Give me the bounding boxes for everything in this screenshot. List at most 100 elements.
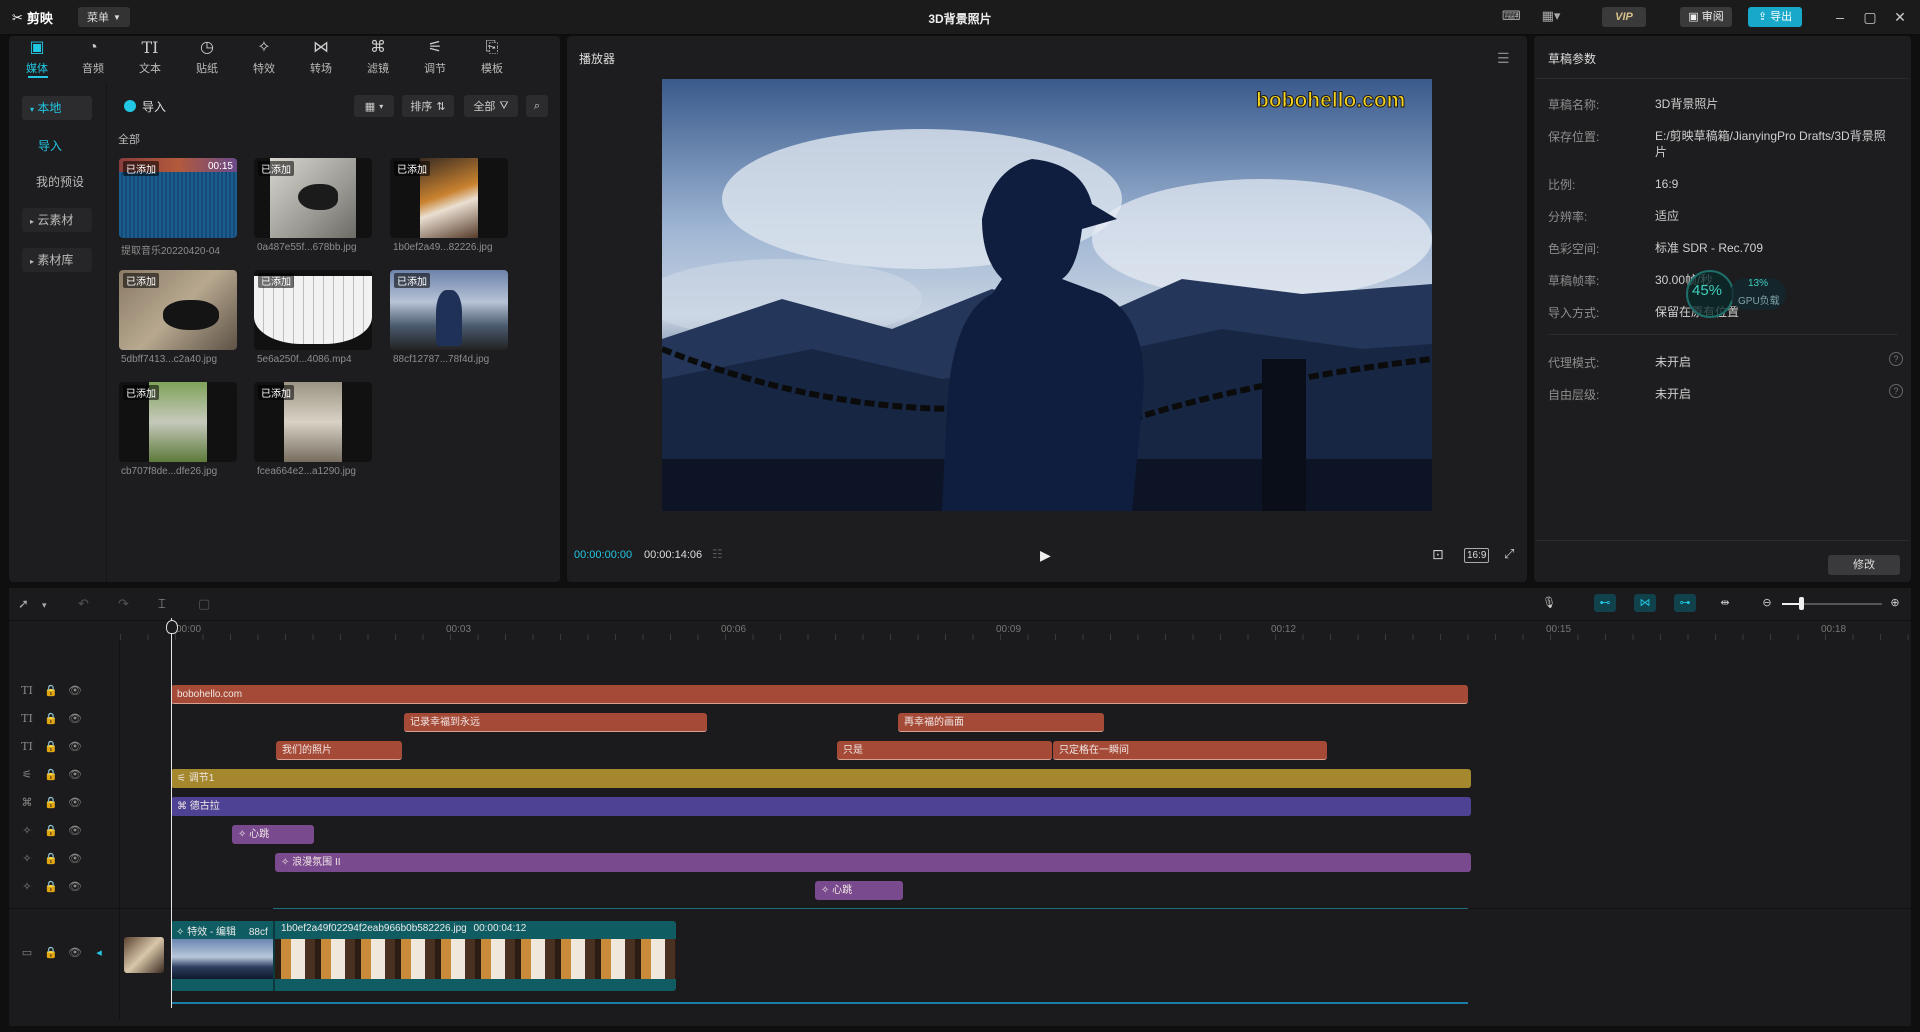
eye-icon[interactable]: 👁: [68, 880, 82, 894]
layout-icon[interactable]: ▦▾: [1536, 9, 1566, 23]
select-cursor-icon[interactable]: ➚: [18, 596, 29, 612]
modify-button[interactable]: 修改: [1828, 555, 1900, 575]
media-thumb-image[interactable]: 已添加: [119, 382, 237, 462]
aspect-ratio-button[interactable]: 16:9: [1464, 548, 1490, 563]
media-thumb-audio[interactable]: 已添加 00:15: [119, 158, 237, 238]
help-icon[interactable]: ?: [1889, 352, 1903, 366]
nav-library[interactable]: ▸ 素材库: [22, 248, 92, 272]
lock-icon[interactable]: 🔒: [44, 712, 58, 726]
eye-icon[interactable]: 👁: [68, 796, 82, 810]
tab-effects[interactable]: ✧ 特效: [236, 38, 292, 80]
media-thumb-video[interactable]: 已添加: [254, 270, 372, 350]
filter-all-button[interactable]: 全部 ⛛: [464, 95, 518, 117]
adjust-clip[interactable]: ⚟ 调节1: [171, 769, 1471, 788]
text-clip-label: 只定格在一瞬间: [1059, 745, 1129, 756]
export-button[interactable]: ⇪ 导出: [1748, 7, 1802, 27]
align-icon[interactable]: ⇹: [1714, 594, 1736, 612]
eye-icon[interactable]: 👁: [68, 740, 82, 754]
effect-clip-label: 心跳: [832, 885, 853, 896]
zoom-slider-handle[interactable]: [1799, 597, 1804, 610]
review-button[interactable]: ▣ 审阅: [1680, 7, 1732, 27]
clip-thumb-strip: [171, 939, 273, 979]
split-icon[interactable]: ⌶: [158, 596, 166, 612]
close-button[interactable]: ✕: [1890, 8, 1910, 26]
maximize-button[interactable]: ▢: [1860, 8, 1880, 26]
effect-clip[interactable]: ✧ 心跳: [232, 825, 314, 844]
text-clip[interactable]: 记录幸福到永远: [404, 713, 707, 732]
tab-transition[interactable]: ⋈ 转场: [293, 38, 349, 80]
zoom-in-icon[interactable]: ⊕: [1884, 594, 1906, 612]
tab-adjust[interactable]: ⚟ 调节: [407, 38, 463, 80]
nav-presets[interactable]: 我的预设: [22, 170, 92, 194]
tab-template[interactable]: ⎘ 模板: [464, 38, 520, 80]
lock-icon[interactable]: 🔒: [44, 880, 58, 894]
media-thumb-image[interactable]: 已添加: [390, 270, 508, 350]
preview-axis-icon[interactable]: ⊶: [1674, 594, 1696, 612]
lock-icon[interactable]: 🔒: [44, 852, 58, 866]
cover-thumbnail[interactable]: [124, 937, 164, 973]
linkage-icon[interactable]: ⋈: [1634, 594, 1656, 612]
waveform-toggle-icon[interactable]: ☷: [712, 547, 723, 561]
microphone-icon[interactable]: 🎙: [1538, 594, 1560, 612]
import-button[interactable]: 导入: [124, 96, 166, 116]
tab-sticker[interactable]: ◷ 贴纸: [179, 38, 235, 80]
text-clip[interactable]: 我们的照片: [276, 741, 402, 760]
playhead-handle[interactable]: [166, 620, 178, 634]
media-thumb-image[interactable]: 已添加: [254, 158, 372, 238]
media-name: 1b0ef2a49...82226.jpg: [393, 242, 493, 253]
eye-icon[interactable]: 👁: [68, 712, 82, 726]
zoom-out-icon[interactable]: ⊖: [1756, 594, 1778, 612]
delete-icon[interactable]: ▢: [198, 596, 210, 612]
track-separator-line: [273, 908, 1468, 909]
eye-icon[interactable]: 👁: [68, 852, 82, 866]
text-clip[interactable]: 只是: [837, 741, 1052, 760]
redo-icon[interactable]: ↷: [118, 596, 129, 612]
eye-icon[interactable]: 👁: [68, 684, 82, 698]
lock-icon[interactable]: 🔒: [44, 684, 58, 698]
nav-cloud[interactable]: ▸ 云素材: [22, 208, 92, 232]
hamburger-menu-icon[interactable]: ☰: [1497, 50, 1510, 67]
video-preview[interactable]: [662, 79, 1432, 511]
shortcut-keyboard-icon[interactable]: ⌨: [1502, 9, 1521, 23]
media-thumb-image[interactable]: 已添加: [254, 382, 372, 462]
text-clip[interactable]: 只定格在一瞬间: [1053, 741, 1327, 760]
eye-icon[interactable]: 👁: [68, 824, 82, 838]
lock-icon[interactable]: 🔒: [44, 796, 58, 810]
filter-clip[interactable]: ⌘ 德古拉: [171, 797, 1471, 816]
sort-button[interactable]: 排序 ⇅: [402, 95, 454, 117]
eye-icon[interactable]: 👁: [68, 946, 82, 960]
help-icon[interactable]: ?: [1889, 384, 1903, 398]
plus-circle-icon: [124, 100, 136, 112]
media-thumb-image[interactable]: 已添加: [390, 158, 508, 238]
play-button[interactable]: ▶: [1040, 547, 1051, 564]
lock-icon[interactable]: 🔒: [44, 768, 58, 782]
fit-screen-icon[interactable]: ⊡: [1432, 546, 1444, 563]
lock-icon[interactable]: 🔒: [44, 946, 58, 960]
tab-media[interactable]: ▣ 媒体: [9, 38, 65, 80]
eye-icon[interactable]: 👁: [68, 768, 82, 782]
minimize-button[interactable]: –: [1830, 8, 1850, 26]
effect-clip[interactable]: ✧ 浪漫氛围 II: [275, 853, 1471, 872]
nav-import[interactable]: 导入: [22, 134, 92, 158]
vip-button[interactable]: VIP: [1602, 7, 1646, 27]
lock-icon[interactable]: 🔒: [44, 740, 58, 754]
search-button[interactable]: ⌕: [526, 95, 548, 117]
text-clip[interactable]: 再幸福的画面: [898, 713, 1104, 732]
effect-clip[interactable]: ✧ 心跳: [815, 881, 903, 900]
audio-mute-icon[interactable]: ◂: [92, 946, 106, 960]
chevron-down-icon[interactable]: ▾: [42, 600, 47, 611]
tab-filter[interactable]: ⌘ 滤镜: [350, 38, 406, 80]
magnet-snap-icon[interactable]: ⊷: [1594, 594, 1616, 612]
playhead[interactable]: [171, 618, 172, 1008]
media-thumb-image[interactable]: 已添加: [119, 270, 237, 350]
undo-icon[interactable]: ↶: [78, 596, 89, 612]
view-mode-button[interactable]: ▦ ▾: [354, 95, 394, 117]
clip-thumb-strip: [275, 939, 676, 979]
nav-local[interactable]: ▾ 本地: [22, 96, 92, 120]
tab-audio[interactable]: ◔ 音频: [65, 38, 121, 80]
text-clip[interactable]: bobohello.com: [171, 685, 1468, 704]
tab-text[interactable]: TI 文本: [122, 38, 178, 80]
lock-icon[interactable]: 🔒: [44, 824, 58, 838]
fullscreen-icon[interactable]: ⤢: [1504, 546, 1514, 562]
added-badge: 已添加: [258, 385, 294, 400]
